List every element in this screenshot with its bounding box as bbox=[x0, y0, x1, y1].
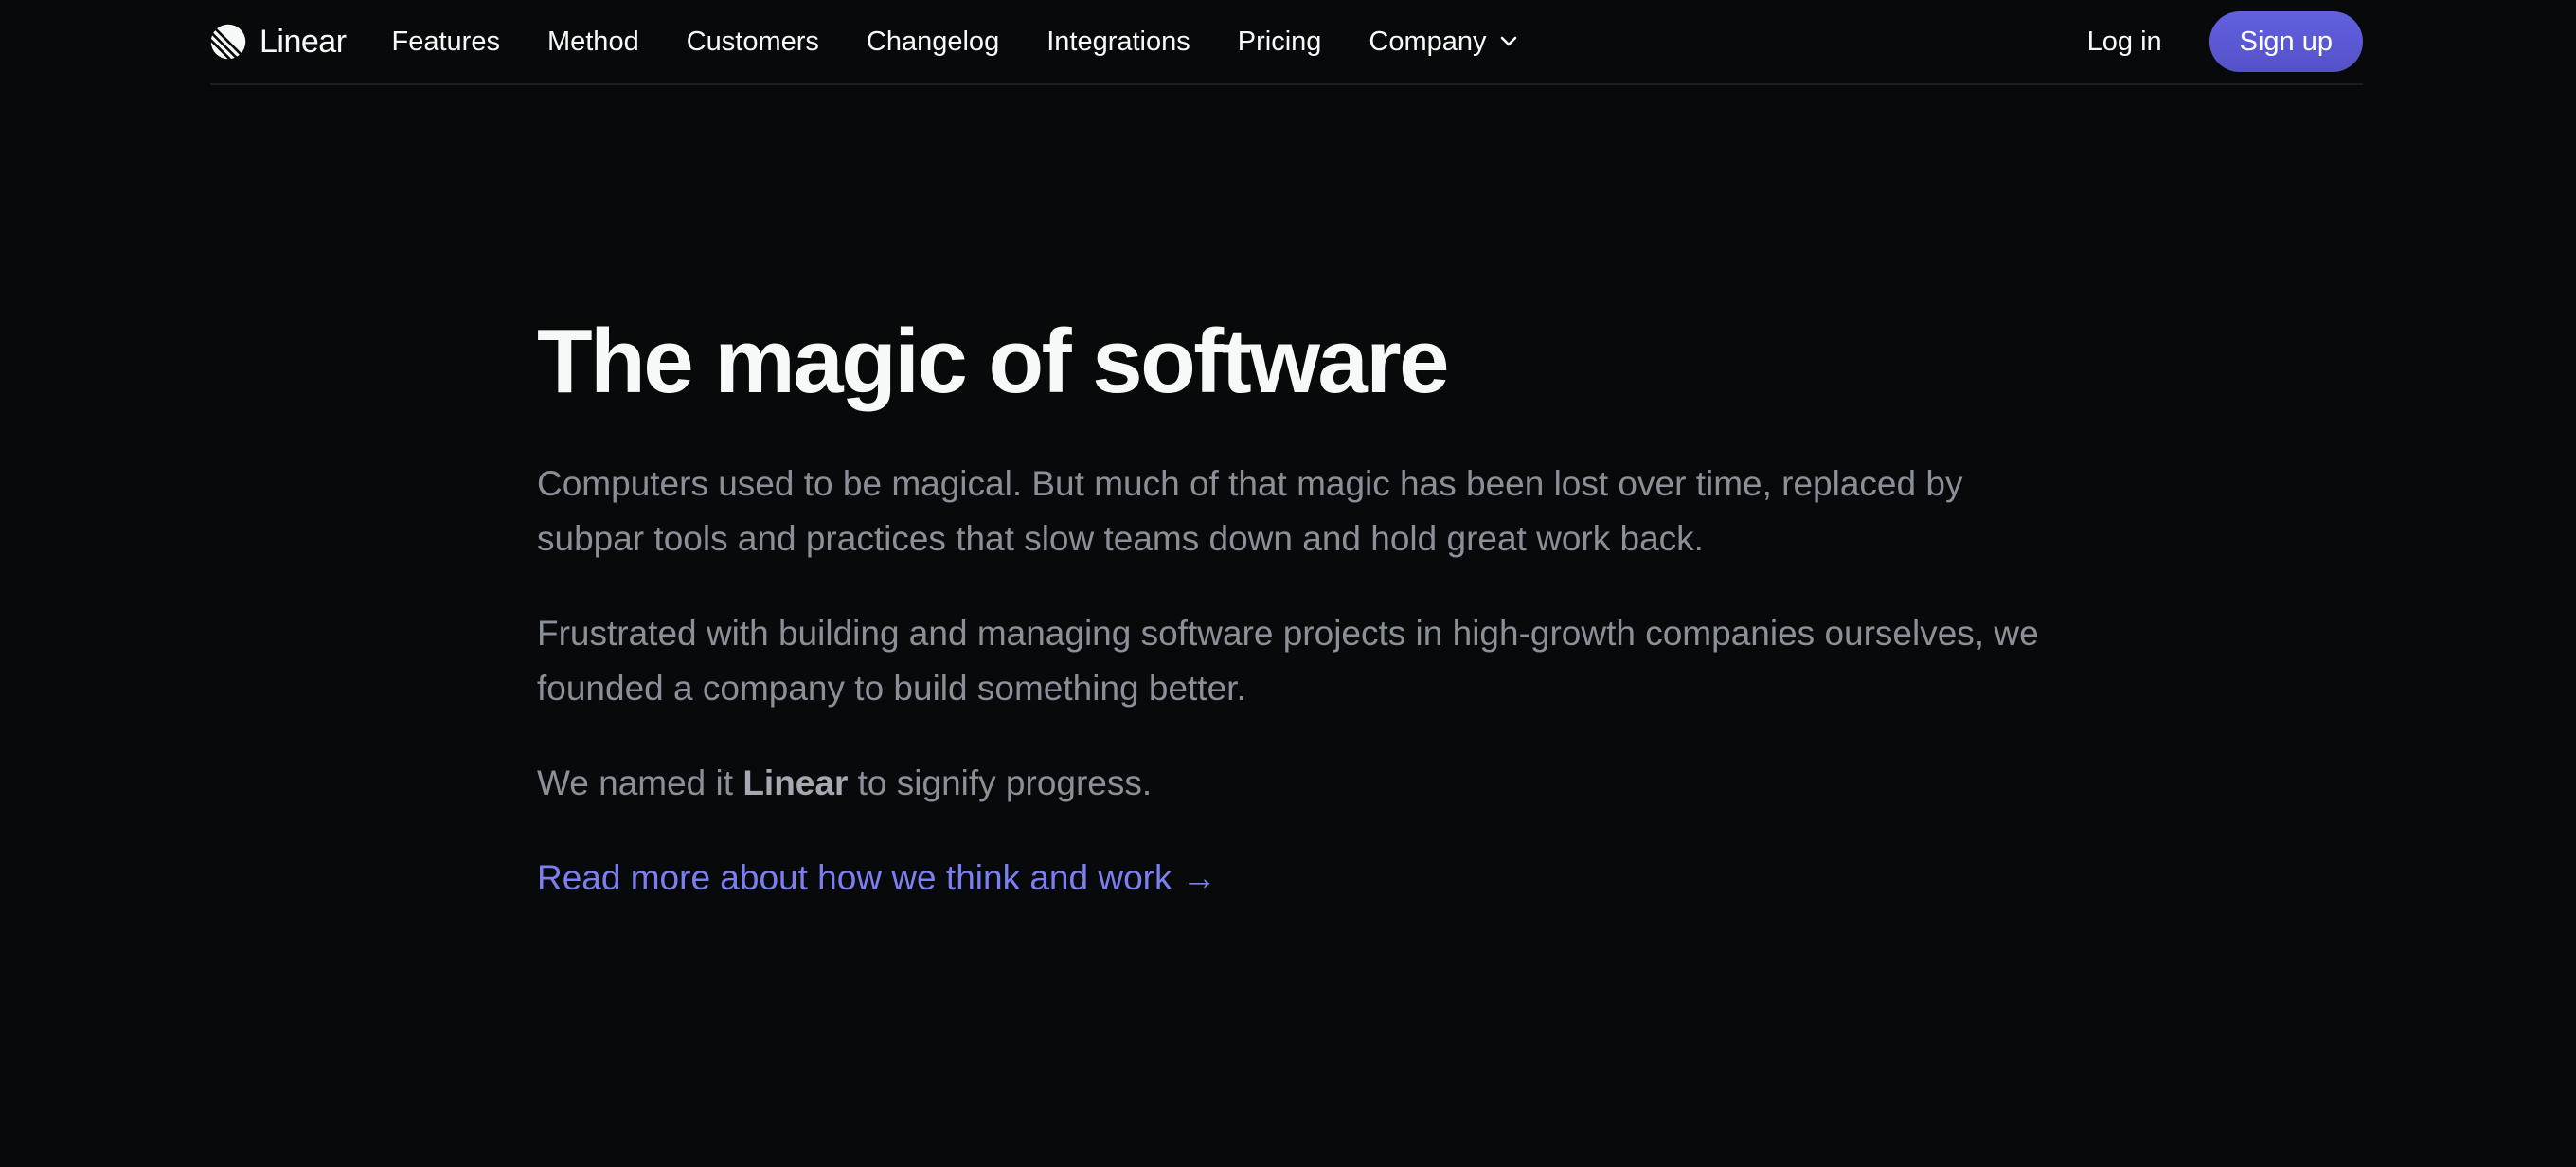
nav-menu-company-label: Company bbox=[1368, 26, 1487, 57]
founding-paragraph: Frustrated with building and managing so… bbox=[537, 614, 2039, 708]
top-navigation: Linear Features Method Customers Changel… bbox=[210, 0, 2363, 85]
nav-link-method[interactable]: Method bbox=[547, 27, 639, 58]
nav-link-pricing[interactable]: Pricing bbox=[1238, 27, 1322, 58]
nav-links: Features Method Customers Changelog Inte… bbox=[392, 27, 1565, 58]
page-title: The magic of software bbox=[537, 311, 1450, 412]
read-more-link[interactable]: Read more about how we think and work → bbox=[537, 851, 1217, 906]
name-paragraph-lead: We named it bbox=[537, 763, 743, 802]
name-paragraph-tail: to signify progress. bbox=[848, 763, 1153, 802]
nav-link-customers[interactable]: Customers bbox=[687, 27, 819, 58]
nav-link-features[interactable]: Features bbox=[392, 27, 500, 58]
nav-link-changelog[interactable]: Changelog bbox=[867, 27, 999, 58]
brand-logo-link[interactable]: Linear bbox=[210, 24, 347, 61]
name-paragraph: We named it Linear to signify progress. bbox=[537, 756, 2071, 811]
brand-name: Linear bbox=[259, 23, 347, 60]
signup-button[interactable]: Sign up bbox=[2209, 11, 2363, 72]
nav-actions: Log in Sign up bbox=[2087, 11, 2363, 72]
hero-section: The magic of software Computers used to … bbox=[537, 309, 2071, 906]
company-name-emphasis: Linear bbox=[742, 763, 849, 802]
chevron-down-icon bbox=[1500, 36, 1516, 46]
nav-menu-company[interactable]: Company bbox=[1368, 27, 1516, 58]
login-link[interactable]: Log in bbox=[2087, 27, 2162, 58]
nav-link-integrations[interactable]: Integrations bbox=[1046, 27, 1190, 58]
intro-paragraph: Computers used to be magical. But much o… bbox=[537, 464, 1963, 558]
linear-logo-icon bbox=[210, 24, 246, 60]
